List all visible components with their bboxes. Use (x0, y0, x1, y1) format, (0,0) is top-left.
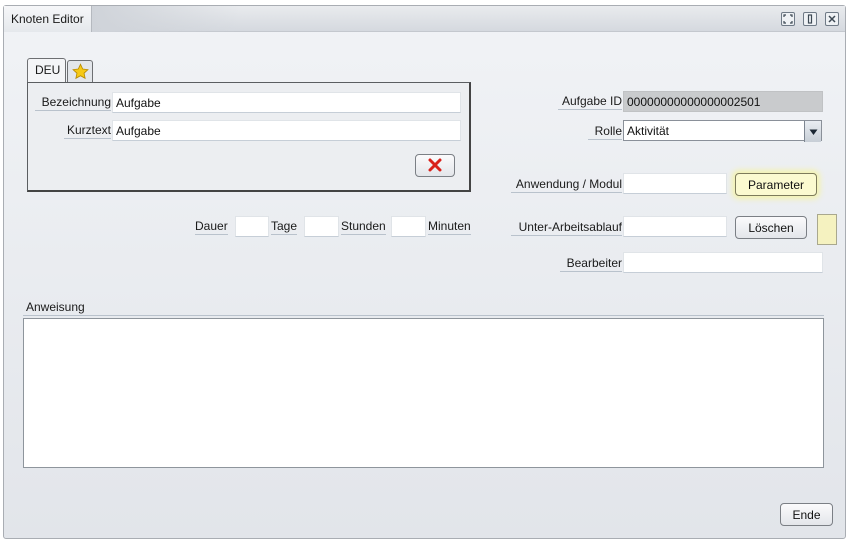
bearbeiter-field[interactable] (623, 252, 823, 273)
unterarbeitsablauf-field[interactable] (623, 216, 727, 237)
tab-deu[interactable]: DEU (27, 58, 66, 82)
loeschen-button[interactable]: Löschen (735, 216, 807, 239)
rolle-label: Rolle (588, 124, 622, 140)
anweisung-label: Anweisung (26, 300, 85, 314)
rolle-select[interactable]: Aktivität (623, 120, 822, 142)
stunden-label: Stunden (341, 219, 386, 235)
tage-label: Tage (271, 219, 298, 235)
tab-favorites[interactable] (67, 60, 93, 82)
title-bar-fade (92, 6, 242, 32)
chevron-down-icon (809, 129, 817, 135)
minutes-field[interactable] (391, 216, 426, 237)
color-swatch[interactable] (817, 214, 837, 245)
anwendung-field[interactable] (623, 173, 727, 194)
star-icon (71, 63, 89, 80)
window-title: Knoten Editor (11, 12, 84, 26)
maximize-icon (783, 14, 793, 24)
rolle-dropdown-button[interactable] (804, 121, 821, 142)
aufgabe-id-label: Aufgabe ID (558, 94, 622, 110)
window-title-tab[interactable]: Knoten Editor (4, 6, 92, 32)
maximize-button[interactable] (781, 12, 795, 26)
tab-deu-label: DEU (35, 63, 61, 77)
hours-field[interactable] (304, 216, 339, 237)
unterarbeitsablauf-label: Unter-Arbeitsablauf (511, 220, 622, 236)
close-button[interactable] (825, 12, 839, 26)
anweisung-divider (23, 315, 824, 316)
title-bar: Knoten Editor (4, 6, 845, 32)
red-x-icon (428, 158, 442, 172)
restore-icon (807, 14, 813, 24)
aufgabe-id-field: 00000000000000002501 (623, 91, 823, 112)
days-field[interactable] (235, 216, 269, 237)
anwendung-label: Anwendung / Modul (511, 177, 622, 193)
bezeichnung-label: Bezeichnung (35, 95, 111, 111)
kurztext-label: Kurztext (64, 123, 111, 139)
bezeichnung-field[interactable]: Aufgabe (112, 92, 461, 113)
restore-button[interactable] (803, 12, 817, 26)
kurztext-field[interactable]: Aufgabe (112, 120, 461, 141)
bearbeiter-label: Bearbeiter (560, 256, 622, 272)
close-icon (828, 15, 836, 23)
rolle-value: Aktivität (627, 124, 670, 138)
ende-button[interactable]: Ende (780, 503, 833, 526)
anweisung-textarea[interactable] (23, 318, 824, 468)
dauer-label: Dauer (195, 219, 228, 235)
minuten-label: Minuten (428, 219, 471, 235)
delete-language-button[interactable] (415, 154, 455, 177)
parameter-button[interactable]: Parameter (735, 173, 817, 196)
